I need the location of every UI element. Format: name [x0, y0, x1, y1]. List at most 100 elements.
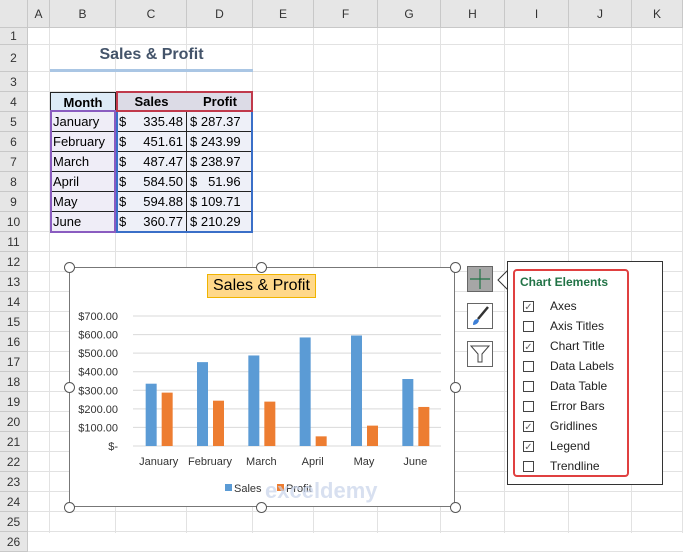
- chart-element-label: Error Bars: [550, 399, 605, 413]
- row-header[interactable]: 19: [0, 392, 28, 412]
- chart-element-data-labels[interactable]: Data Labels: [523, 359, 614, 373]
- checkbox[interactable]: ✓: [523, 300, 534, 313]
- column-header[interactable]: D: [187, 0, 253, 28]
- y-tick-label: $500.00: [78, 348, 118, 360]
- bar-sales[interactable]: [402, 378, 414, 446]
- bar-profit[interactable]: [418, 406, 430, 446]
- chart-element-trendline[interactable]: Trendline: [523, 459, 600, 473]
- column-header[interactable]: C: [116, 0, 187, 28]
- resize-handle[interactable]: [64, 262, 75, 273]
- plus-chart-button[interactable]: [467, 266, 493, 292]
- row-header[interactable]: 13: [0, 272, 28, 292]
- bar-sales[interactable]: [197, 362, 208, 446]
- column-header[interactable]: A: [28, 0, 50, 28]
- row-header[interactable]: 21: [0, 432, 28, 452]
- row-header[interactable]: 5: [0, 112, 28, 132]
- bar-sales[interactable]: [351, 335, 362, 446]
- gridline: [28, 511, 683, 512]
- row-header[interactable]: 12: [0, 252, 28, 272]
- legend-swatch: [225, 484, 232, 491]
- checkbox[interactable]: [523, 380, 534, 392]
- row-header[interactable]: 9: [0, 192, 28, 212]
- column-header[interactable]: H: [441, 0, 505, 28]
- bar-profit[interactable]: [315, 436, 327, 446]
- title-underline: [50, 69, 253, 72]
- row-header[interactable]: 6: [0, 132, 28, 152]
- plus-icon: [468, 267, 492, 291]
- checkbox[interactable]: ✓: [523, 340, 534, 353]
- resize-handle[interactable]: [64, 382, 75, 393]
- y-tick-label: $400.00: [78, 367, 118, 379]
- row-header[interactable]: 2: [0, 45, 28, 72]
- resize-handle[interactable]: [256, 262, 267, 273]
- bar-profit[interactable]: [264, 401, 276, 446]
- row-header[interactable]: 20: [0, 412, 28, 432]
- checkbox[interactable]: ✓: [523, 440, 534, 453]
- row-header[interactable]: 10: [0, 212, 28, 232]
- brush-chart-button[interactable]: [467, 303, 493, 329]
- row-header[interactable]: 17: [0, 352, 28, 372]
- chart-element-data-table[interactable]: Data Table: [523, 379, 607, 393]
- column-header[interactable]: E: [253, 0, 314, 28]
- column-header[interactable]: I: [505, 0, 569, 28]
- chart-element-gridlines[interactable]: ✓ Gridlines: [523, 419, 597, 433]
- filter-chart-button[interactable]: [467, 341, 493, 367]
- row-header[interactable]: 14: [0, 292, 28, 312]
- chart-elements-panel: Chart Elements ✓ Axes Axis Titles ✓ Chart Ti…: [507, 261, 663, 485]
- column-header[interactable]: J: [569, 0, 632, 28]
- checkbox[interactable]: [523, 360, 534, 372]
- bar-sales[interactable]: [248, 355, 260, 446]
- bar-profit[interactable]: [161, 392, 173, 446]
- row-header[interactable]: 24: [0, 492, 28, 512]
- row-header[interactable]: 18: [0, 372, 28, 392]
- resize-handle[interactable]: [450, 262, 461, 273]
- chart-element-axes[interactable]: ✓ Axes: [523, 299, 577, 313]
- chart-element-legend[interactable]: ✓ Legend: [523, 439, 590, 453]
- table-header[interactable]: Month: [50, 92, 116, 112]
- bar-sales[interactable]: [299, 337, 311, 446]
- column-header[interactable]: G: [378, 0, 441, 28]
- y-tick-label: $600.00: [78, 330, 118, 342]
- checkbox[interactable]: [523, 460, 534, 472]
- resize-handle[interactable]: [450, 382, 461, 393]
- range-highlight-series-names: [116, 91, 253, 112]
- bar-profit[interactable]: [367, 425, 378, 446]
- chart-element-label: Axis Titles: [550, 319, 605, 333]
- x-tick-label: June: [403, 456, 427, 468]
- row-header[interactable]: 25: [0, 512, 28, 532]
- chart-element-error-bars[interactable]: Error Bars: [523, 399, 605, 413]
- select-all[interactable]: [0, 0, 28, 28]
- resize-handle[interactable]: [64, 502, 75, 513]
- range-highlight-values: [116, 112, 253, 233]
- row-header[interactable]: 1: [0, 28, 28, 45]
- bar-profit[interactable]: [213, 400, 224, 446]
- row-header[interactable]: 23: [0, 472, 28, 492]
- row-header[interactable]: 16: [0, 332, 28, 352]
- row-header[interactable]: 26: [0, 532, 28, 552]
- checkbox[interactable]: [523, 320, 534, 332]
- column-header[interactable]: K: [632, 0, 683, 28]
- watermark-logo: exceldemy: [265, 478, 378, 503]
- chart-element-axis-titles[interactable]: Axis Titles: [523, 319, 604, 333]
- checkbox[interactable]: ✓: [523, 420, 534, 433]
- column-header[interactable]: B: [50, 0, 116, 28]
- chart-element-chart-title[interactable]: ✓ Chart Title: [523, 339, 605, 353]
- chart[interactable]: Sales & Profit $- $100.00 $200.00 $300.00 $4…: [69, 267, 455, 507]
- legend-label[interactable]: Sales: [234, 483, 262, 495]
- row-header[interactable]: 8: [0, 172, 28, 192]
- row-header[interactable]: 4: [0, 92, 28, 112]
- resize-handle[interactable]: [256, 502, 267, 513]
- column-header[interactable]: F: [314, 0, 378, 28]
- row-header[interactable]: 7: [0, 152, 28, 172]
- row-header[interactable]: 15: [0, 312, 28, 332]
- x-tick-label: March: [246, 456, 277, 468]
- bar-sales[interactable]: [145, 383, 157, 446]
- checkbox[interactable]: [523, 400, 534, 412]
- row-header[interactable]: 3: [0, 72, 28, 92]
- resize-handle[interactable]: [450, 502, 461, 513]
- row-header[interactable]: 22: [0, 452, 28, 472]
- gridline: [28, 44, 683, 45]
- gridline: [28, 531, 683, 532]
- row-header[interactable]: 11: [0, 232, 28, 252]
- x-tick-label: February: [188, 456, 233, 468]
